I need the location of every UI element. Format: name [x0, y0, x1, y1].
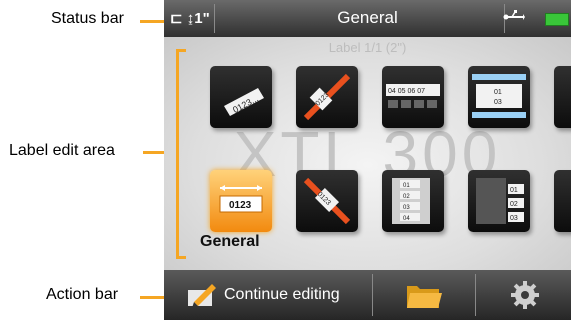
status-bar-callout: Status bar	[51, 10, 124, 27]
edit-area-bracket	[176, 49, 179, 259]
terminal-block-tile[interactable]: 01 03	[468, 66, 530, 128]
label-count-subtitle: Label 1/1 (2")	[328, 40, 407, 55]
svg-text:01: 01	[403, 183, 410, 189]
open-folder-button[interactable]	[373, 270, 475, 320]
edit-area-bracket	[176, 49, 186, 52]
edit-area-bracket	[176, 256, 186, 259]
svg-text:02: 02	[403, 194, 410, 200]
heat-shrink-tile[interactable]: 0123	[296, 170, 358, 232]
action-bar-leader	[140, 296, 166, 299]
svg-text:03: 03	[510, 215, 518, 222]
general-tile[interactable]: 0123...	[210, 66, 272, 128]
partial-tile[interactable]	[554, 170, 571, 232]
device-screen: ⊏ ↨1" General Label 1/1 (2") XTL 300 012…	[164, 0, 571, 320]
patch-panel-tile[interactable]: 04 05 06 07	[382, 66, 444, 128]
usb-icon	[503, 9, 525, 29]
gear-icon	[510, 280, 540, 315]
partial-tile[interactable]	[554, 66, 571, 128]
status-bar: ⊏ ↨1" General	[164, 0, 571, 37]
svg-text:01: 01	[510, 187, 518, 194]
svg-text:04: 04	[403, 216, 410, 222]
continue-editing-label: Continue editing	[224, 286, 340, 303]
folder-icon	[405, 280, 443, 315]
continue-editing-button[interactable]: Continue editing	[164, 270, 372, 320]
general-tile-selected[interactable]: 0123	[210, 170, 272, 232]
label-edit-area-callout: Label edit area	[9, 142, 115, 159]
action-bar-callout: Action bar	[46, 286, 119, 303]
pencil-icon	[184, 280, 218, 315]
status-bar-leader	[140, 20, 166, 23]
selected-label-name: General	[200, 233, 260, 250]
svg-text:01: 01	[494, 89, 502, 96]
svg-text:02: 02	[510, 201, 518, 208]
breaker-tile[interactable]: 01 02 03	[468, 170, 530, 232]
battery-icon	[545, 13, 569, 26]
settings-button[interactable]	[476, 270, 571, 320]
action-bar: Continue editing	[164, 270, 571, 320]
svg-text:03: 03	[403, 205, 410, 211]
svg-text:03: 03	[494, 99, 502, 106]
svg-text:0123: 0123	[229, 200, 252, 211]
label-edit-area: Label 1/1 (2") XTL 300 0123... 0123 04 0…	[164, 37, 571, 270]
svg-text:04 05 06 07: 04 05 06 07	[388, 88, 425, 95]
wire-wrap-tile[interactable]: 0123	[296, 66, 358, 128]
110-block-tile[interactable]: 01 02 03 04	[382, 170, 444, 232]
